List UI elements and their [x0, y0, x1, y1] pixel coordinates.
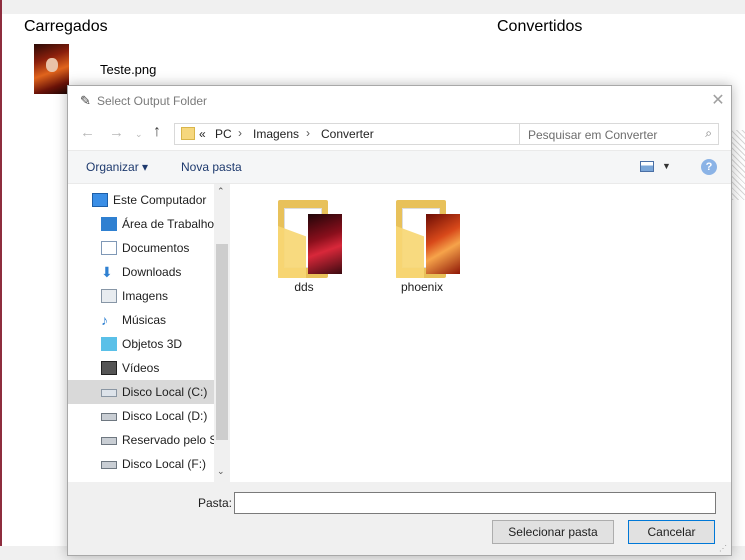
chevron-down-icon[interactable]: ▼ [662, 161, 671, 171]
breadcrumb-converter[interactable]: Converter [321, 127, 374, 141]
loaded-file-name: Teste.png [100, 62, 157, 77]
nav-item-label: Disco Local (F:) [122, 457, 207, 471]
scrollbar-thumb[interactable] [216, 244, 228, 440]
address-bar[interactable]: « PC › Imagens › Converter ▼ ⟳ [174, 123, 573, 145]
converted-heading: Convertidos [497, 18, 583, 35]
nav-item-label: Disco Local (C:) [122, 385, 208, 399]
folder-name-input[interactable] [234, 492, 716, 514]
folder-field-label: Pasta: [198, 496, 233, 510]
drive-icon [101, 461, 117, 469]
nav-item-label: Vídeos [122, 361, 160, 375]
nav-item[interactable]: Disco Local (D:) [68, 404, 214, 428]
scroll-up-icon[interactable]: ⌃ [217, 186, 225, 197]
thumbnail-face [46, 58, 58, 72]
drive-icon [101, 413, 117, 421]
nav-item[interactable]: Disco Local (C:) [68, 380, 214, 404]
feather-icon: ✎ [80, 93, 91, 108]
chevron-right-icon: › [306, 126, 310, 140]
nav-item-label: Objetos 3D [122, 337, 183, 351]
dialog-footer: Pasta: Selecionar pasta Cancelar ⋰ [68, 482, 731, 555]
organize-menu-button[interactable]: Organizar ▾ [86, 160, 148, 174]
select-folder-dialog: ✎ Select Output Folder ✕ ← → ⌄ ↑ « PC › … [67, 85, 732, 556]
nav-item[interactable]: Área de Trabalho [68, 212, 214, 236]
folder-name: dds [294, 280, 314, 294]
nav-item[interactable]: Documentos [68, 236, 214, 260]
chevron-right-icon: › [238, 126, 242, 140]
computer-icon [92, 193, 108, 207]
scroll-down-icon[interactable]: ⌄ [217, 466, 225, 477]
back-arrow-icon[interactable]: ← [80, 124, 95, 141]
search-box[interactable]: Pesquisar em Converter ⌕ [519, 123, 719, 145]
breadcrumb-overflow[interactable]: « [199, 127, 206, 141]
folder-item-dds[interactable]: dds [264, 196, 344, 296]
navigation-scrollbar[interactable]: ⌃ ⌄ [214, 184, 230, 482]
drive-c-icon [101, 389, 117, 397]
music-icon: ♪ [101, 312, 108, 328]
folder-preview-image [308, 214, 342, 274]
help-icon[interactable]: ? [701, 159, 717, 175]
dialog-titlebar[interactable]: ✎ Select Output Folder ✕ [68, 86, 731, 116]
nav-item[interactable]: ⬇ Downloads [68, 260, 214, 284]
breadcrumb-pc[interactable]: PC [215, 127, 232, 141]
nav-item-label: Este Computador [113, 193, 207, 207]
file-list-pane: dds phoenix [230, 184, 731, 482]
close-icon[interactable]: ✕ [708, 90, 728, 110]
drive-icon [101, 437, 117, 445]
search-icon[interactable]: ⌕ [705, 126, 712, 141]
nav-item[interactable]: Este Computador [68, 188, 214, 212]
videos-icon [101, 361, 117, 375]
nav-item-label: Downloads [122, 265, 182, 279]
desktop-icon [101, 217, 117, 231]
app-border [0, 0, 2, 560]
resize-grip-icon[interactable]: ⋰ [719, 544, 727, 553]
search-placeholder: Pesquisar em Converter [528, 128, 658, 142]
dialog-title: Select Output Folder [97, 94, 208, 108]
downloads-icon: ⬇ [101, 264, 113, 280]
loaded-heading: Carregados [24, 18, 108, 35]
folder-item-phoenix[interactable]: phoenix [382, 196, 462, 296]
folder-preview-image [426, 214, 460, 274]
breadcrumb-imagens[interactable]: Imagens [253, 127, 299, 141]
nav-item[interactable]: Vídeos [68, 356, 214, 380]
app-top-strip [0, 0, 745, 14]
loaded-image-thumbnail[interactable] [34, 44, 69, 94]
command-bar: Organizar ▾ Nova pasta ▼ ? [68, 150, 731, 184]
nav-item-label: Disco Local (D:) [122, 409, 208, 423]
up-arrow-icon[interactable]: ↑ [153, 123, 161, 141]
forward-arrow-icon[interactable]: → [109, 124, 124, 141]
documents-icon [101, 241, 117, 255]
recent-locations-icon[interactable]: ⌄ [135, 129, 143, 140]
view-options-icon[interactable] [640, 161, 654, 172]
nav-item[interactable]: Objetos 3D [68, 332, 214, 356]
nav-item-label: Documentos [122, 241, 190, 255]
pictures-icon [101, 289, 117, 303]
folder-name: phoenix [400, 280, 444, 294]
nav-item-label: Imagens [122, 289, 169, 303]
nav-item[interactable]: ♪ Músicas [68, 308, 214, 332]
cancel-button[interactable]: Cancelar [628, 520, 715, 544]
nav-item-label: Músicas [122, 313, 167, 327]
new-folder-button[interactable]: Nova pasta [181, 160, 242, 174]
navigation-bar: ← → ⌄ ↑ « PC › Imagens › Converter ▼ ⟳ P… [68, 120, 731, 148]
3d-objects-icon [101, 337, 117, 351]
navigation-pane: Este Computador Área de Trabalho Documento… [68, 184, 220, 482]
nav-item[interactable]: Imagens [68, 284, 214, 308]
nav-item-label: Reservado pelo Si [122, 433, 221, 447]
nav-item[interactable]: Disco Local (F:) [68, 452, 214, 476]
nav-item-label: Área de Trabalho [122, 217, 215, 231]
folder-icon [181, 127, 195, 140]
select-folder-button[interactable]: Selecionar pasta [492, 520, 614, 544]
nav-item[interactable]: Reservado pelo Si [68, 428, 220, 452]
